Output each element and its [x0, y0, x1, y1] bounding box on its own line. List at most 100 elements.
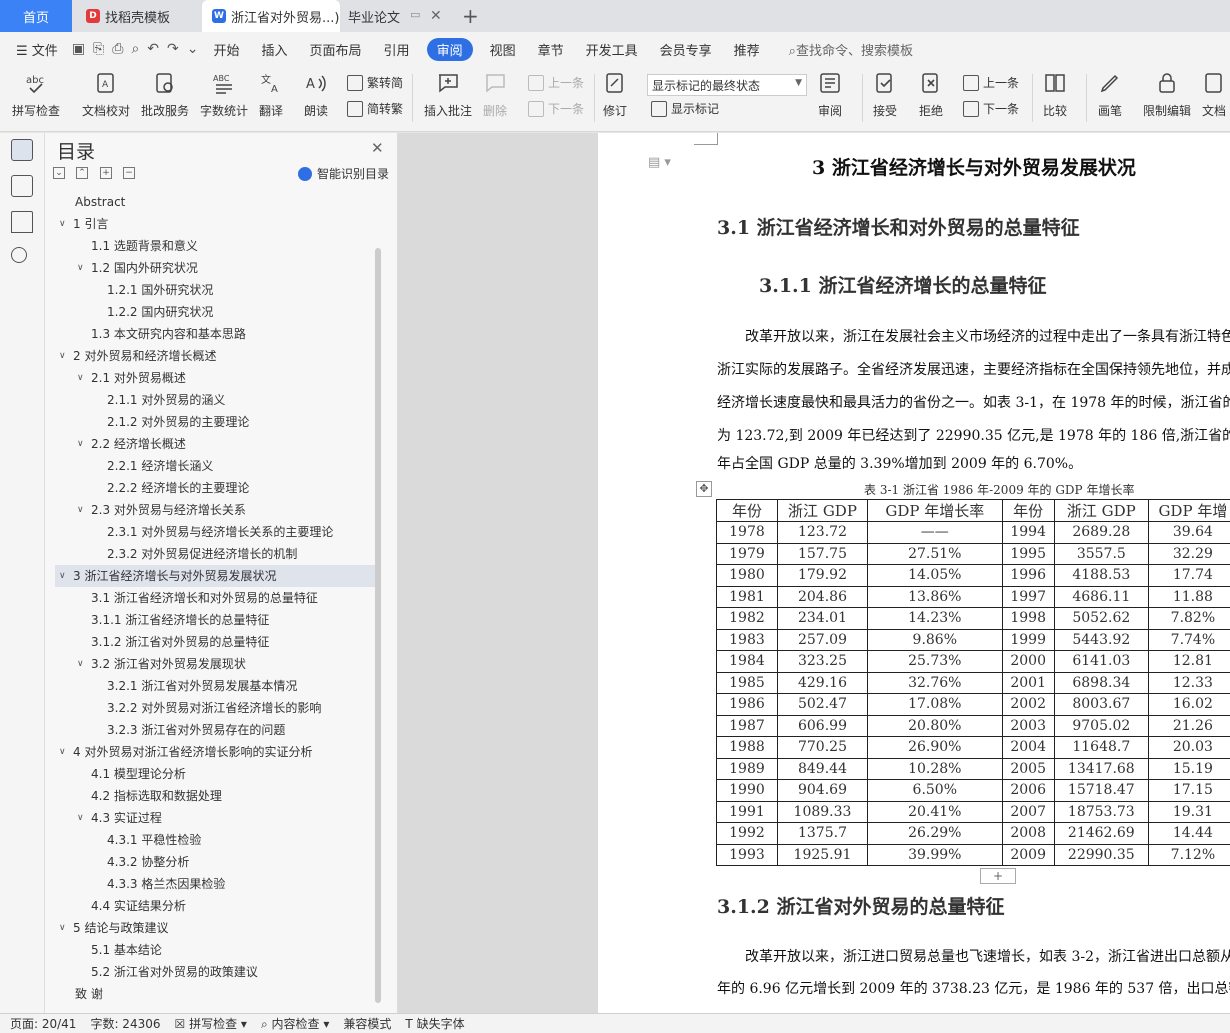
doc-proof-button[interactable]: A 文档校对: [82, 70, 130, 119]
command-search[interactable]: ⌕查找命令、搜索模板: [789, 40, 913, 59]
plus-icon[interactable]: +: [100, 167, 112, 179]
toc-item[interactable]: 2.2.2 经济增长的主要理论: [55, 477, 375, 499]
prev-comment-button[interactable]: 上一条: [528, 74, 584, 91]
page-indicator[interactable]: 页面: 20/41: [10, 1015, 76, 1032]
toc-panel-icon[interactable]: [11, 139, 33, 161]
close-icon[interactable]: ✕: [430, 8, 442, 24]
simp-to-trad-button[interactable]: 简转繁: [347, 100, 403, 117]
preview-icon[interactable]: ⌕: [131, 41, 139, 57]
toc-item[interactable]: 1.2.2 国内研究状况: [55, 301, 375, 323]
toc-scrollbar[interactable]: [375, 248, 381, 1003]
menu-layout[interactable]: 页面布局: [310, 40, 362, 59]
toc-item[interactable]: 2.1.1 对外贸易的涵义: [55, 389, 375, 411]
redo-icon[interactable]: ↷: [167, 41, 179, 57]
toc-item[interactable]: 4.3.1 平稳性检验: [55, 829, 375, 851]
word-count-button[interactable]: ABC 字数统计: [200, 70, 248, 119]
content-check-status[interactable]: ⌕ 内容检查 ▾: [261, 1015, 329, 1032]
chevron-down-icon[interactable]: ∨: [77, 499, 84, 521]
table-move-handle[interactable]: ✥: [696, 481, 712, 497]
toc-item[interactable]: 致 谢: [55, 983, 375, 1005]
menu-recommend[interactable]: 推荐: [734, 40, 760, 59]
expand-up-icon[interactable]: ⌃: [76, 167, 88, 179]
chevron-down-icon[interactable]: ∨: [59, 565, 66, 587]
toc-item[interactable]: 3.2.1 浙江省对外贸易发展基本情况: [55, 675, 375, 697]
document-icon[interactable]: ▤ ▾: [648, 155, 671, 170]
chevron-down-icon[interactable]: ∨: [59, 345, 66, 367]
toc-item[interactable]: 4.2 指标选取和数据处理: [55, 785, 375, 807]
restrict-edit-button[interactable]: 限制编辑: [1143, 70, 1191, 119]
toc-item[interactable]: ∨ 1 引言: [55, 213, 375, 235]
next-comment-button[interactable]: 下一条: [528, 100, 584, 117]
word-count-indicator[interactable]: 字数: 24306: [90, 1015, 160, 1032]
reject-button[interactable]: 拒绝: [918, 70, 944, 119]
toc-item[interactable]: 1.3 本文研究内容和基本思路: [55, 323, 375, 345]
save-icon[interactable]: ▣: [72, 41, 85, 57]
add-row-button[interactable]: +: [980, 868, 1016, 884]
menu-view[interactable]: 视图: [490, 40, 516, 59]
export-icon[interactable]: ⎘: [93, 41, 104, 57]
accept-button[interactable]: 接受: [872, 70, 898, 119]
menu-start[interactable]: 开始: [214, 40, 240, 59]
review-pane-button[interactable]: 审阅: [817, 70, 843, 119]
chevron-down-icon[interactable]: ∨: [59, 917, 66, 939]
file-menu[interactable]: ☰ 文件: [16, 40, 58, 59]
more-icon[interactable]: ⌄: [187, 41, 199, 57]
toc-item[interactable]: ∨ 1.2 国内外研究状况: [55, 257, 375, 279]
toc-item[interactable]: 3.1.2 浙江省对外贸易的总量特征: [55, 631, 375, 653]
toc-item[interactable]: 4.3.2 协整分析: [55, 851, 375, 873]
pen-button[interactable]: 画笔: [1097, 70, 1123, 119]
track-changes-button[interactable]: 修订: [602, 70, 628, 119]
chevron-down-icon[interactable]: ∨: [59, 741, 66, 763]
toc-item[interactable]: 1.1 选题背景和意义: [55, 235, 375, 257]
menu-member[interactable]: 会员专享: [660, 40, 712, 59]
close-icon[interactable]: ✕: [371, 139, 384, 157]
markup-state-select[interactable]: 显示标记的最终状态 ▼: [647, 74, 807, 96]
chevron-down-icon[interactable]: ∨: [77, 807, 84, 829]
search-icon[interactable]: [11, 247, 27, 263]
minus-icon[interactable]: −: [123, 167, 135, 179]
chevron-down-icon[interactable]: ∨: [77, 257, 84, 279]
prev-change-button[interactable]: 上一条: [963, 74, 1019, 91]
toc-item[interactable]: 3.2.2 对外贸易对浙江省经济增长的影响: [55, 697, 375, 719]
revise-service-button[interactable]: 批改服务: [141, 70, 189, 119]
toc-item[interactable]: ∨ 2.1 对外贸易概述: [55, 367, 375, 389]
toc-item[interactable]: ∨ 3.2 浙江省对外贸易发展现状: [55, 653, 375, 675]
smart-toc-button[interactable]: 智能识别目录: [298, 165, 389, 182]
translate-button[interactable]: 文 A 翻译: [258, 70, 284, 119]
collapse-all-icon[interactable]: ⌄: [53, 167, 65, 179]
toc-item[interactable]: Abstract: [55, 191, 375, 213]
toc-item[interactable]: ∨ 2.3 对外贸易与经济增长关系: [55, 499, 375, 521]
toc-item[interactable]: 2.3.1 对外贸易与经济增长关系的主要理论: [55, 521, 375, 543]
screen-icon[interactable]: ▭: [410, 8, 420, 21]
toc-item[interactable]: 3.1 浙江省经济增长和对外贸易的总量特征: [55, 587, 375, 609]
toc-item[interactable]: ∨ 2.2 经济增长概述: [55, 433, 375, 455]
toc-item[interactable]: ∨ 2 对外贸易和经济增长概述: [55, 345, 375, 367]
spell-check-status[interactable]: ☒ 拼写检查 ▾: [175, 1015, 247, 1032]
toc-item[interactable]: 5.2 浙江省对外贸易的政策建议: [55, 961, 375, 983]
chevron-down-icon[interactable]: ∨: [77, 433, 84, 455]
delete-comment-button[interactable]: 删除: [482, 70, 508, 119]
show-markup-button[interactable]: 显示标记: [651, 100, 719, 117]
tab-daoke-templates[interactable]: D 找稻壳模板: [74, 0, 202, 32]
tab-home[interactable]: 首页: [0, 0, 72, 32]
read-aloud-button[interactable]: A 朗读: [303, 70, 329, 119]
compare-button[interactable]: 比较: [1042, 70, 1068, 119]
toc-item[interactable]: 2.2.1 经济增长涵义: [55, 455, 375, 477]
toc-item[interactable]: 4.4 实证结果分析: [55, 895, 375, 917]
next-change-button[interactable]: 下一条: [963, 100, 1019, 117]
toc-item[interactable]: 2.3.2 对外贸易促进经济增长的机制: [55, 543, 375, 565]
tab-current-doc[interactable]: W 浙江省对外贸易...): [202, 0, 340, 32]
menu-devtools[interactable]: 开发工具: [586, 40, 638, 59]
toc-item[interactable]: ∨ 3 浙江省经济增长与对外贸易发展状况: [55, 565, 377, 587]
chevron-down-icon[interactable]: ∨: [59, 213, 66, 235]
toc-item[interactable]: 3.2.3 浙江省对外贸易存在的问题: [55, 719, 375, 741]
toc-item[interactable]: ∨ 4.3 实证过程: [55, 807, 375, 829]
chevron-down-icon[interactable]: ∨: [77, 367, 84, 389]
menu-insert[interactable]: 插入: [262, 40, 288, 59]
toc-item[interactable]: 5.1 基本结论: [55, 939, 375, 961]
spell-check-button[interactable]: abc 拼写检查: [12, 70, 60, 119]
print-icon[interactable]: ⎙: [112, 41, 123, 57]
toc-item[interactable]: 1.2.1 国外研究状况: [55, 279, 375, 301]
doc-protect-button[interactable]: 文档: [1201, 70, 1227, 119]
navigation-icon[interactable]: [11, 175, 33, 197]
